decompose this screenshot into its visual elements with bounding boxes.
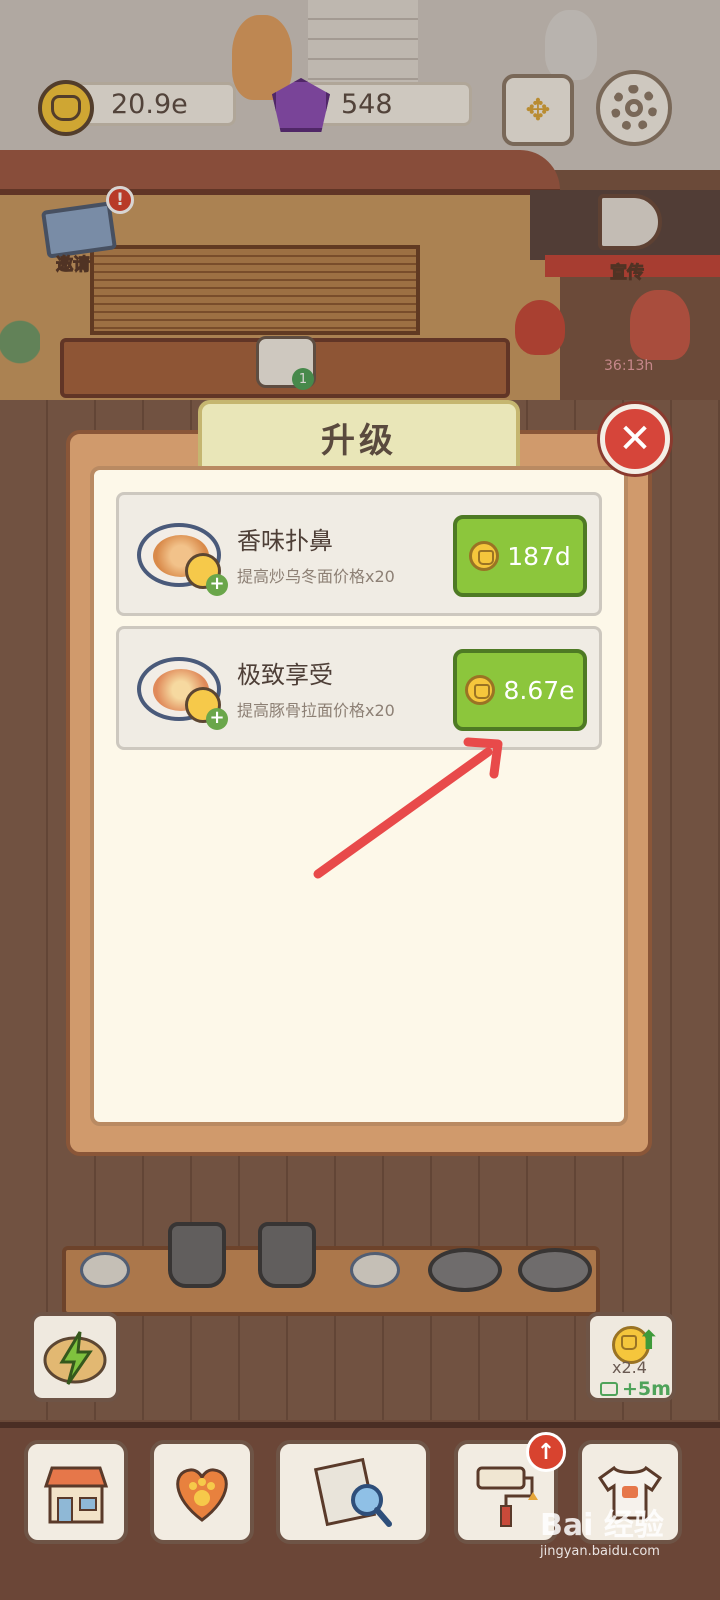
upgrade-card: 香味扑鼻 提高炒乌冬面价格x20 187d (116, 492, 602, 616)
upgrade-alert-badge: ↑ (526, 1432, 566, 1472)
buy-upgrade-button[interactable]: 187d (453, 515, 587, 597)
watermark-brand: Bai 经验 (540, 1508, 664, 1543)
lightning-icon (43, 1331, 107, 1385)
buy-upgrade-button[interactable]: 8.67e (453, 649, 587, 731)
coin-icon (469, 541, 500, 571)
speed-boost-button[interactable] (30, 1312, 120, 1402)
close-button[interactable]: ✕ (600, 404, 670, 474)
nav-shop-button[interactable] (24, 1440, 128, 1544)
tv-ad-icon (600, 1382, 618, 1396)
upgrade-price: 8.67e (503, 675, 575, 705)
coin-plus-icon (185, 687, 228, 730)
storefront-icon (43, 1466, 109, 1524)
boost-time: +5m (622, 1378, 671, 1400)
up-arrow-icon: ⬆ (638, 1326, 660, 1356)
upgrade-name: 香味扑鼻 (237, 527, 333, 555)
boost-multiplier: x2.4 (612, 1358, 647, 1377)
nav-recipes-button[interactable] (276, 1440, 430, 1544)
coin-plus-icon (185, 553, 228, 596)
income-boost-button[interactable]: ⬆ x2.4 +5m (586, 1312, 676, 1402)
magnifier-newspaper-icon (313, 1457, 392, 1527)
coin-icon (465, 675, 496, 705)
upgrade-price: 187d (507, 541, 571, 571)
upgrade-description: 提高豚骨拉面价格x20 (237, 701, 395, 720)
dialog-title-tab: 升级 (198, 400, 520, 474)
upgrade-name: 极致享受 (237, 661, 333, 689)
baidu-watermark: Bai 经验 jingyan.baidu.com (540, 1500, 664, 1559)
upgrade-card: 极致享受 提高豚骨拉面价格x20 8.67e (116, 626, 602, 750)
watermark-url: jingyan.baidu.com (540, 1544, 660, 1559)
close-icon: ✕ (618, 416, 652, 462)
nav-cats-button[interactable] (150, 1440, 254, 1544)
dialog-title: 升级 (321, 420, 397, 461)
heart-paw-icon (176, 1468, 228, 1522)
upgrade-description: 提高炒乌冬面价格x20 (237, 567, 395, 586)
